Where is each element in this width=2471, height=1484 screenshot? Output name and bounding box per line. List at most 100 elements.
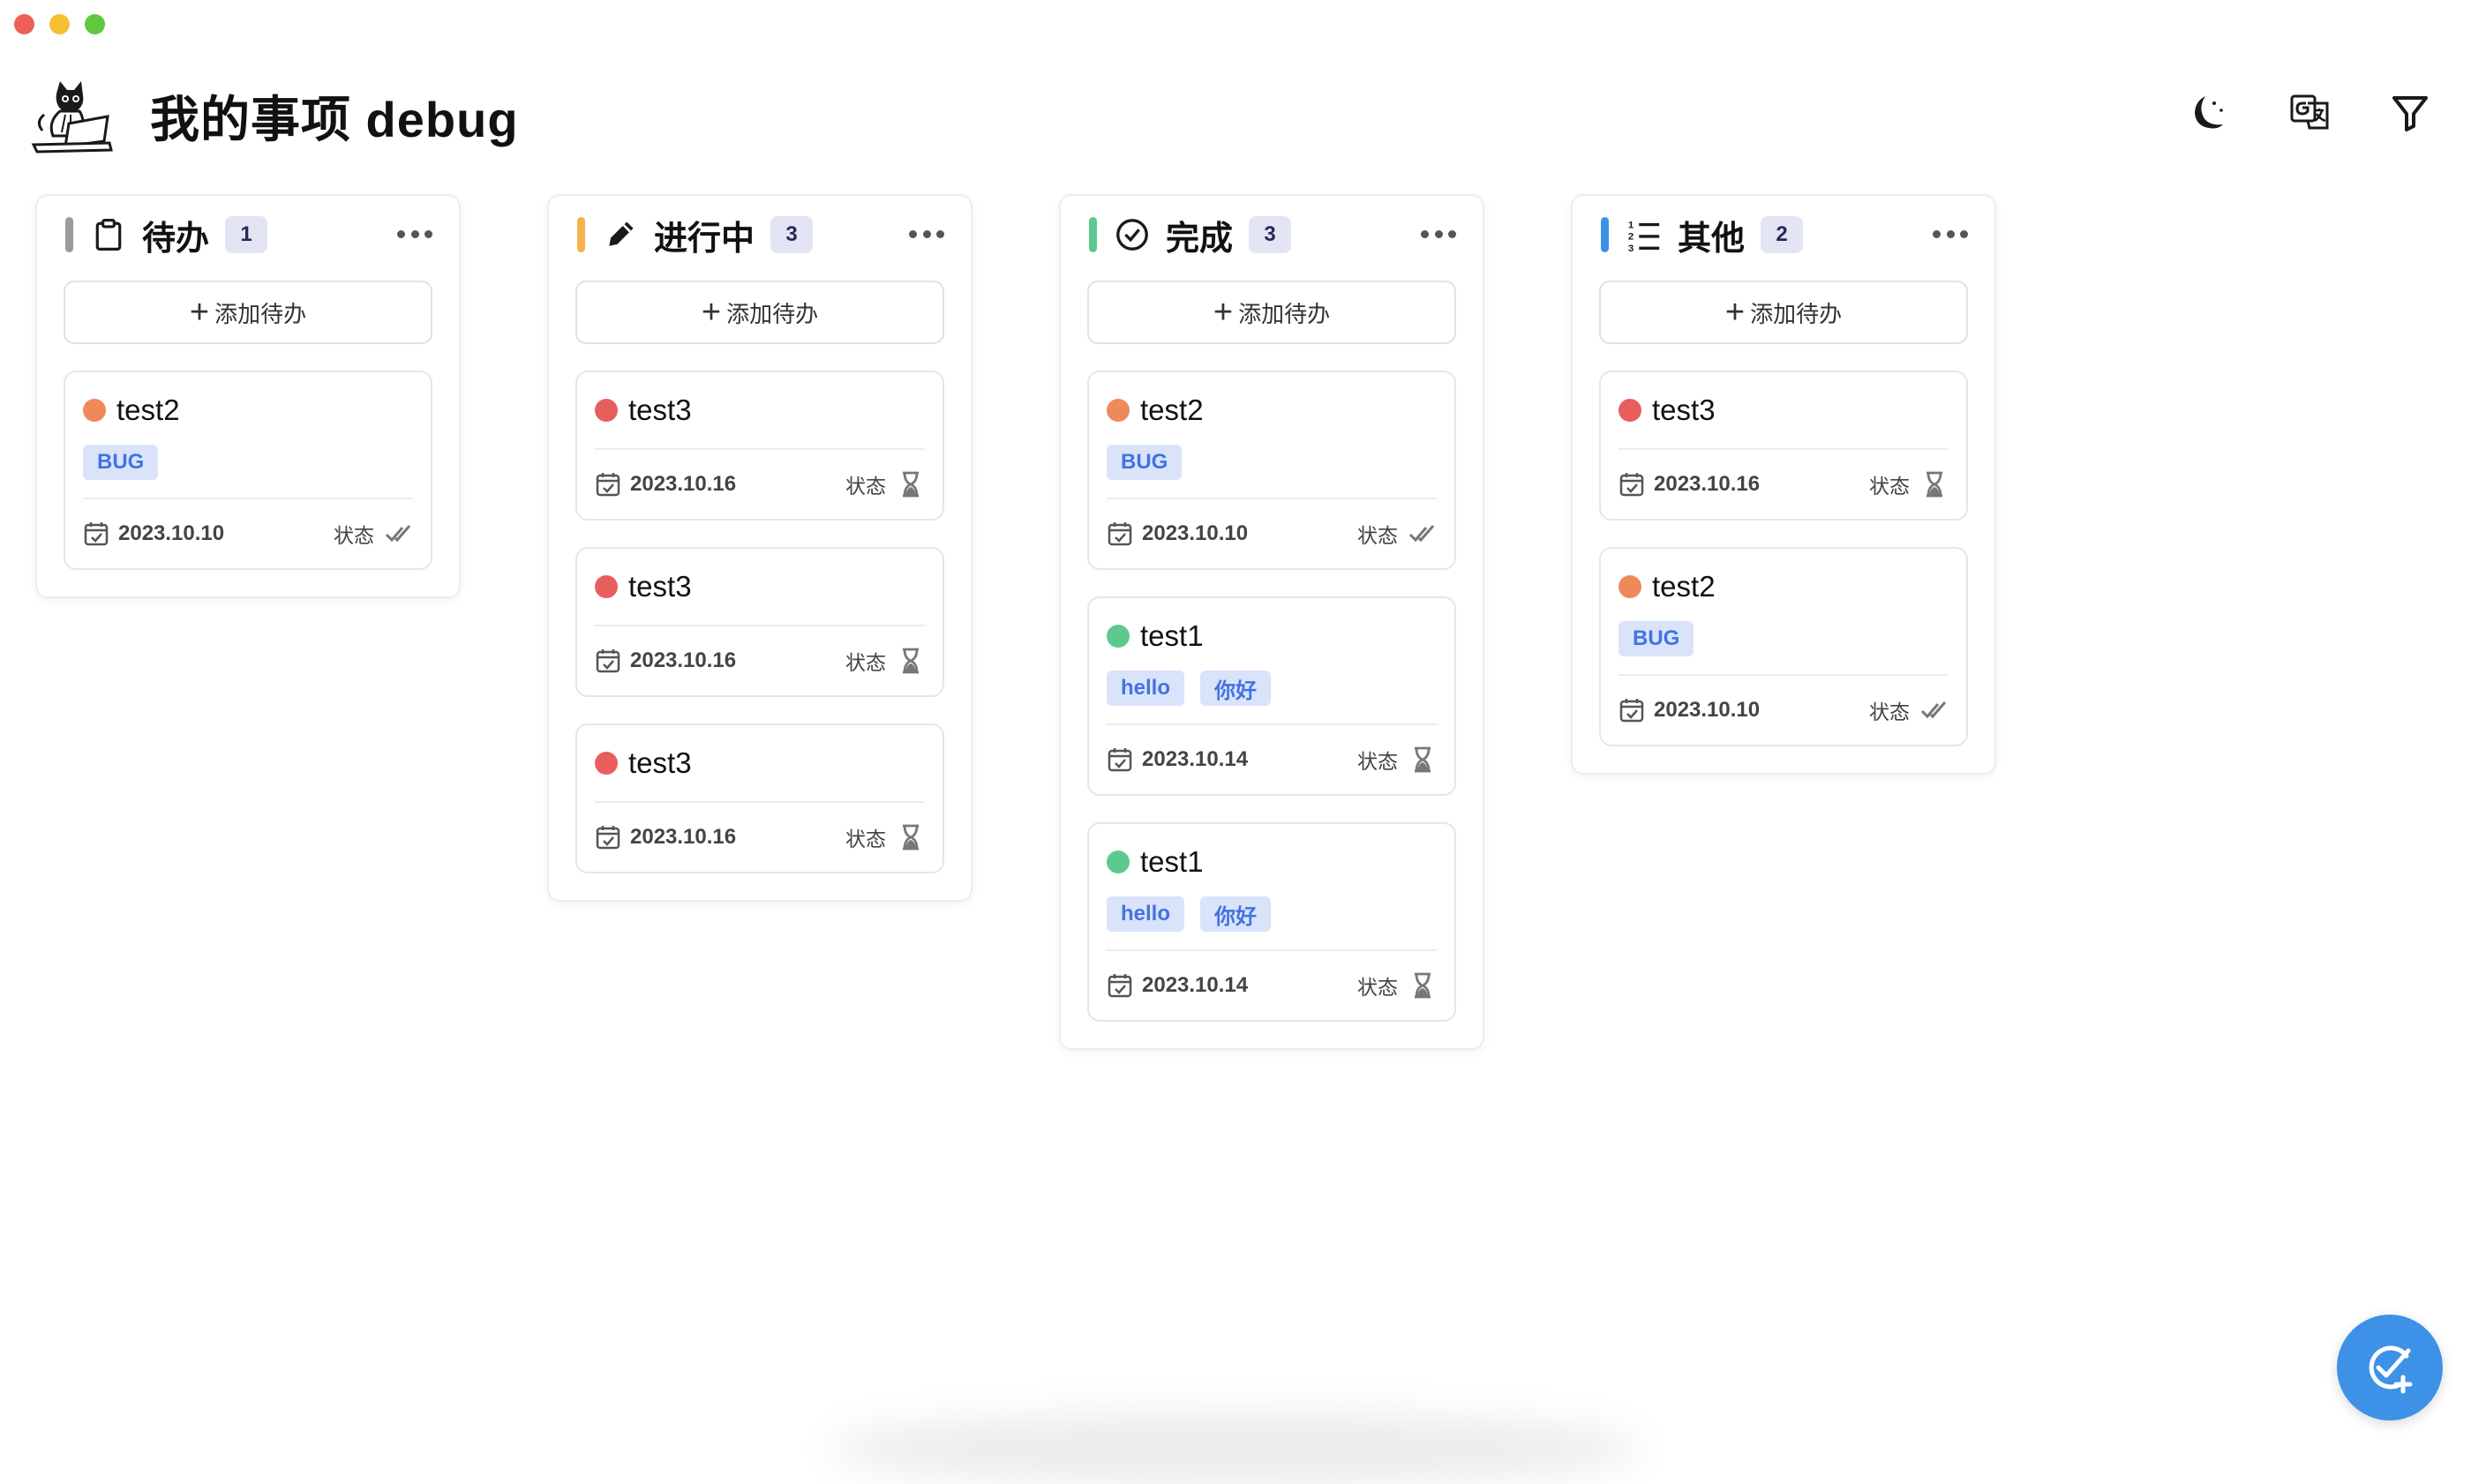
tag-badge[interactable]: BUG xyxy=(83,445,159,480)
status-label: 状态 xyxy=(1869,701,1910,723)
todo-card[interactable]: test2 BUG 2023.10.10 状态 xyxy=(1599,547,1968,746)
tag-badge[interactable]: hello xyxy=(1107,896,1185,932)
ordered-list-icon: 1 23 xyxy=(1625,215,1664,254)
plus-icon: + xyxy=(701,294,722,331)
app-header: 我的事项 debug xyxy=(30,76,519,155)
card-title: test2 xyxy=(1652,570,1716,603)
add-todo-button[interactable]: + 添加待办 xyxy=(1087,281,1456,344)
tag-badge[interactable]: 你好 xyxy=(1200,896,1272,932)
priority-dot xyxy=(1619,399,1641,422)
svg-text:2: 2 xyxy=(1628,232,1634,243)
card-date: 2023.10.16 xyxy=(630,472,737,496)
column-title: 完成 xyxy=(1166,220,1234,258)
status-button[interactable]: 状态 xyxy=(845,822,925,852)
column-more-button[interactable] xyxy=(1421,221,1456,247)
status-label: 状态 xyxy=(845,828,886,851)
close-window-button[interactable] xyxy=(14,14,34,34)
add-todo-button[interactable]: + 添加待办 xyxy=(64,281,432,344)
todo-card[interactable]: test1 hello 你好 2023.10.14 状态 xyxy=(1087,822,1456,1022)
status-label: 状态 xyxy=(1357,524,1398,547)
card-title: test3 xyxy=(628,393,692,426)
app-title: 我的事项 debug xyxy=(150,91,519,147)
tag-badge[interactable]: hello xyxy=(1107,671,1185,706)
minimize-window-button[interactable] xyxy=(49,14,70,34)
card-title: test3 xyxy=(628,570,692,603)
column-more-button[interactable] xyxy=(909,221,944,247)
filter-icon xyxy=(2392,96,2428,131)
filter-button[interactable] xyxy=(2386,88,2434,136)
cat-logo-icon xyxy=(30,76,115,155)
add-todo-button[interactable]: + 添加待办 xyxy=(575,281,944,344)
calendar-check-icon xyxy=(596,826,620,850)
tag-badge[interactable]: BUG xyxy=(1107,445,1183,480)
status-button[interactable]: 状态 xyxy=(845,646,925,676)
calendar-check-icon xyxy=(596,649,620,673)
dot-icon xyxy=(1434,229,1443,238)
priority-dot xyxy=(1619,575,1641,598)
column-title: 其他 xyxy=(1678,220,1746,258)
card-date: 2023.10.16 xyxy=(630,825,737,849)
column-count-badge: 2 xyxy=(1761,216,1804,253)
column-header: 待办 1 xyxy=(37,196,459,274)
status-button[interactable]: 状态 xyxy=(845,469,925,499)
todo-card[interactable]: test3 2023.10.16 状态 xyxy=(1599,371,1968,521)
header-toolbar xyxy=(2185,88,2434,136)
add-todo-button[interactable]: + 添加待办 xyxy=(1599,281,1968,344)
calendar-check-icon xyxy=(1108,748,1132,772)
todo-card[interactable]: test3 2023.10.16 状态 xyxy=(575,723,944,873)
double-check-icon xyxy=(385,525,411,543)
dark-mode-toggle[interactable] xyxy=(2185,88,2233,136)
todo-card[interactable]: test2 BUG 2023.10.10 状态 xyxy=(1087,371,1456,570)
hourglass-icon xyxy=(1415,746,1431,773)
card-date: 2023.10.16 xyxy=(1654,472,1761,496)
moon-icon xyxy=(2195,96,2223,129)
maximize-window-button[interactable] xyxy=(85,14,105,34)
card-title: test2 xyxy=(1140,393,1204,426)
status-button[interactable]: 状态 xyxy=(334,519,413,549)
dock-shadow xyxy=(830,1413,1641,1484)
pencil-icon xyxy=(601,215,640,254)
column-more-button[interactable] xyxy=(1933,221,1968,247)
card-title: test3 xyxy=(1652,393,1716,426)
priority-dot xyxy=(595,752,618,775)
card-date: 2023.10.16 xyxy=(630,648,737,672)
todo-card[interactable]: test2 BUG 2023.10.10 状态 xyxy=(64,371,432,570)
card-date: 2023.10.14 xyxy=(1142,973,1249,997)
priority-dot xyxy=(1107,399,1130,422)
dot-icon xyxy=(1960,229,1968,238)
translate-button[interactable] xyxy=(2286,88,2333,136)
dot-icon xyxy=(424,229,432,238)
priority-dot xyxy=(1107,625,1130,648)
column-more-button[interactable] xyxy=(397,221,432,247)
todo-card[interactable]: test3 2023.10.16 状态 xyxy=(575,371,944,521)
column-in-progress: 进行中 3 + 添加待办 test3 2023.10.16 状态 test3 20… xyxy=(547,194,973,902)
status-button[interactable]: 状态 xyxy=(1357,745,1437,775)
add-todo-label: 添加待办 xyxy=(214,300,307,327)
status-label: 状态 xyxy=(1357,750,1398,773)
status-button[interactable]: 状态 xyxy=(1869,469,1949,499)
dot-icon xyxy=(410,229,419,238)
status-button[interactable]: 状态 xyxy=(1869,695,1949,725)
tag-badge[interactable]: 你好 xyxy=(1200,671,1272,706)
dot-icon xyxy=(909,229,917,238)
status-button[interactable]: 状态 xyxy=(1357,519,1437,549)
clipboard-icon xyxy=(89,215,128,254)
todo-card[interactable]: test1 hello 你好 2023.10.14 状态 xyxy=(1087,596,1456,796)
plus-icon: + xyxy=(1724,294,1746,331)
hourglass-icon xyxy=(903,824,919,851)
status-button[interactable]: 状态 xyxy=(1357,971,1437,1001)
status-label: 状态 xyxy=(845,475,886,498)
add-task-fab[interactable] xyxy=(2337,1315,2443,1420)
column-header: 进行中 3 xyxy=(549,196,971,274)
card-title: test3 xyxy=(628,746,692,779)
svg-text:1: 1 xyxy=(1628,220,1634,230)
priority-dot xyxy=(595,399,618,422)
column-count-badge: 3 xyxy=(1249,216,1292,253)
dot-icon xyxy=(1421,229,1429,238)
tag-badge[interactable]: BUG xyxy=(1619,621,1694,656)
column-header: 完成 3 xyxy=(1061,196,1483,274)
card-date: 2023.10.10 xyxy=(118,521,225,545)
dot-icon xyxy=(1946,229,1955,238)
todo-card[interactable]: test3 2023.10.16 状态 xyxy=(575,547,944,697)
column-count-badge: 3 xyxy=(770,216,814,253)
